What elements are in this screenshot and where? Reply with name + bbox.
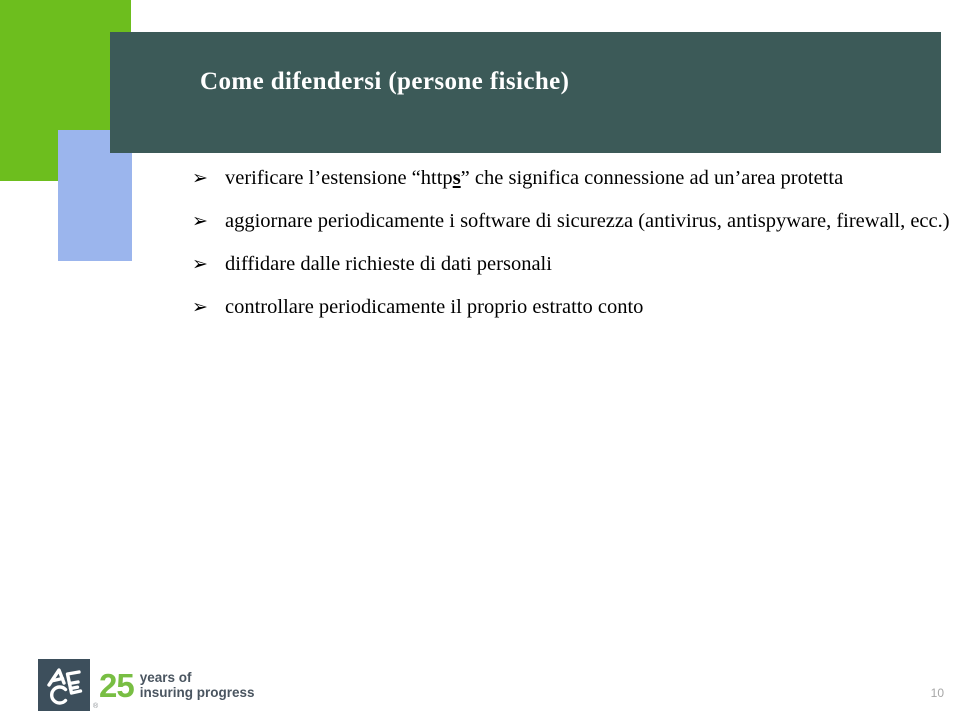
bullet-item: ➢ verificare l’estensione “https” che sig… [192, 163, 960, 194]
ace-logo: ® 25 years of insuring progress [38, 659, 255, 711]
bullet-fragment: aggiornare periodicamente i software di … [225, 210, 950, 232]
bullet-arrow-icon: ➢ [192, 168, 208, 189]
ace-monogram-icon: ® [38, 659, 98, 711]
bullet-text: aggiornare periodicamente i software di … [225, 210, 950, 232]
slide-canvas: Come difendersi (persone fisiche) ➢ verif… [0, 0, 960, 719]
bullet-list: ➢ verificare l’estensione “https” che sig… [192, 163, 960, 323]
bullet-arrow-icon: ➢ [192, 254, 208, 275]
tagline-text: years of insuring progress [140, 670, 255, 700]
bullet-item: ➢ controllare periodicamente il proprio e… [192, 292, 960, 323]
bullet-arrow-icon: ➢ [192, 211, 208, 232]
bullet-fragment: diffidare dalle richieste di dati person… [225, 253, 552, 275]
bullet-fragment: verificare l’estensione “http [225, 167, 453, 189]
bullet-fragment: ” che significa connessione ad un’area p… [460, 167, 844, 189]
bullet-emphasis: s [452, 167, 461, 189]
bullet-text: verificare l’estensione “https” che sign… [225, 167, 843, 189]
slide-title: Come difendersi (persone fisiche) [200, 68, 570, 95]
tagline-line-2: insuring progress [139, 685, 255, 700]
bullet-fragment: controllare periodicamente il proprio es… [225, 296, 644, 318]
bullet-item: ➢ aggiornare periodicamente i software di… [192, 206, 960, 237]
registered-trademark-mark: ® [93, 703, 99, 710]
logo-tagline: 25 years of insuring progress [99, 669, 255, 702]
tagline-line-1: years of [139, 670, 192, 685]
bullet-arrow-icon: ➢ [192, 297, 208, 318]
anniversary-number: 25 [99, 666, 135, 704]
page-number: 10 [930, 686, 944, 700]
bullet-text: controllare periodicamente il proprio es… [225, 296, 643, 318]
bullet-item: ➢ diffidare dalle richieste di dati perso… [192, 249, 960, 280]
bullet-text: diffidare dalle richieste di dati person… [225, 253, 552, 275]
